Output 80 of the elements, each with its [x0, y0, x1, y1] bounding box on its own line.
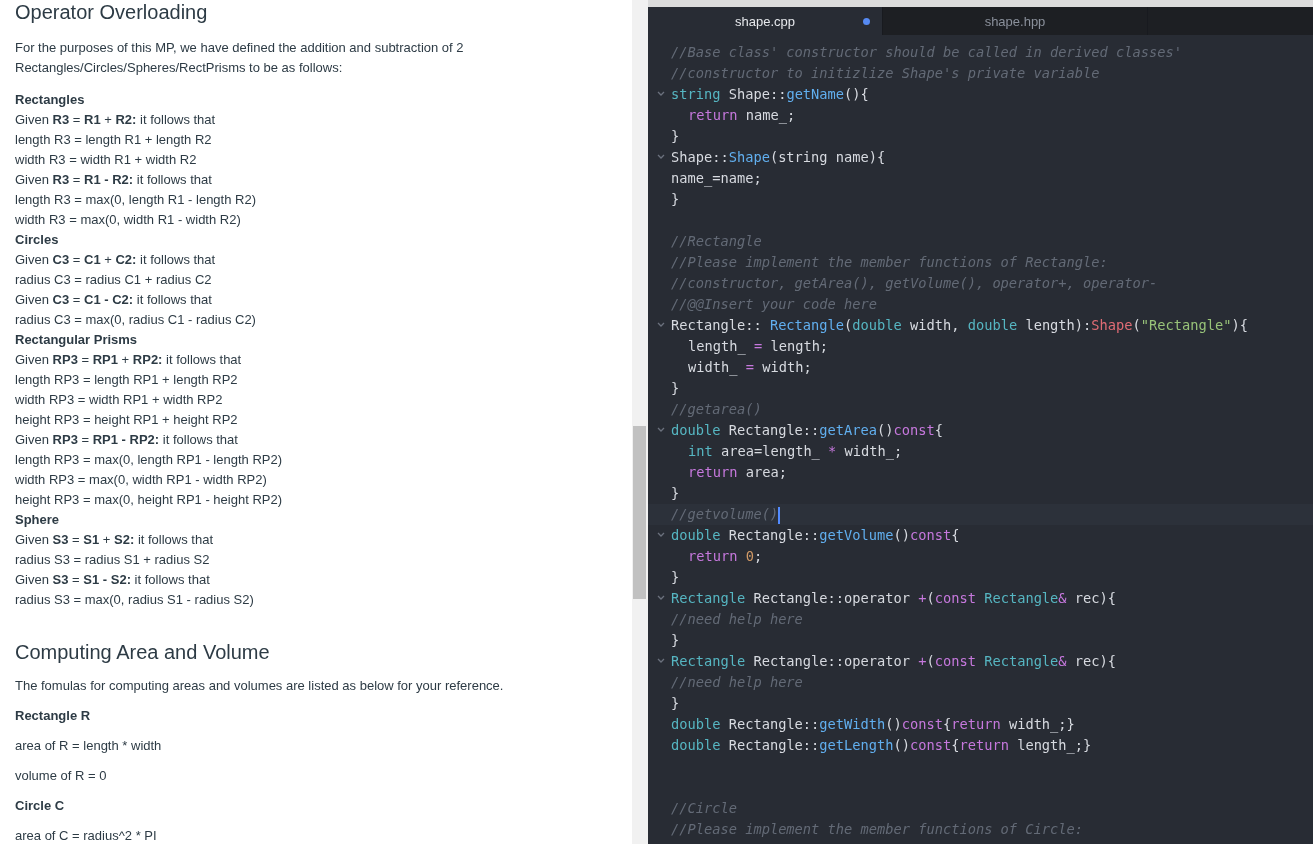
code-line: double Rectangle::getVolume()const{ [671, 526, 960, 545]
code-line: width_ = width; [688, 358, 812, 378]
paragraph: The fomulas for computing areas and volumes are listed as below for your reference. [15, 677, 504, 695]
text-line: Given RP3 = RP1 - RP2: it follows that [15, 431, 238, 449]
text-line: height RP3 = height RP1 + height RP2 [15, 411, 238, 429]
code-line: return area; [688, 463, 787, 482]
code-line: length_ = length; [688, 337, 829, 357]
subheading: Rectangular Prisms [15, 331, 138, 349]
code-comment: //Rectangle [671, 232, 762, 251]
code-line: return name_; [688, 106, 796, 126]
code-line: } [671, 694, 680, 713]
code-comment: //Please implement the member functions of Circle: [671, 820, 1084, 839]
code-line: double Rectangle::getWidth()const{return width_;} [671, 715, 1075, 735]
fold-chevron-icon[interactable] [657, 91, 665, 97]
code-line: } [671, 568, 680, 587]
code-line: } [671, 631, 680, 650]
code-line: int area=length_ * width_; [688, 442, 903, 462]
paragraph: For the purposes of this MP, we have defined the addition and subtraction of 2 Rectangles/Circles/Spheres/RectPrisms to be as follows: [15, 39, 465, 77]
text-line: Given R3 = R1 - R2: it follows that [15, 171, 212, 189]
text-line: length R3 = max(0, length R1 - length R2) [15, 191, 256, 209]
subheading: Circles [15, 231, 59, 249]
text-line: width R3 = max(0, width R1 - width R2) [15, 211, 241, 229]
code-line: Rectangle:: Rectangle(double width, double length):Shape("Rectangle"){ [671, 316, 1248, 335]
code-line: string Shape::getName(){ [671, 85, 869, 104]
text-line: Given C3 = C1 + C2: it follows that [15, 251, 216, 269]
text-line: area of C = radius^2 * PI [15, 827, 157, 844]
text-line: Given R3 = R1 + R2: it follows that [15, 111, 216, 129]
text-line: Given S3 = S1 + S2: it follows that [15, 531, 214, 549]
fold-chevron-icon[interactable] [657, 154, 665, 160]
code-comment: //constructor to initizlize Shape's private variable [671, 64, 1100, 83]
text-line: radius S3 = max(0, radius S1 - radius S2) [15, 591, 254, 609]
section-heading: Operator Overloading [15, 0, 208, 24]
text-line: height RP3 = max(0, height RP1 - height RP2) [15, 491, 282, 509]
subheading: Rectangle R [15, 707, 91, 725]
text-line: radius C3 = max(0, radius C1 - radius C2) [15, 311, 256, 329]
fold-chevron-icon[interactable] [657, 532, 665, 538]
subheading: Circle C [15, 797, 65, 815]
code-line: double Rectangle::getLength()const{return length_;} [671, 736, 1092, 756]
code-comment: //@@Insert your code here [671, 295, 877, 314]
text-line: width RP3 = width RP1 + width RP2 [15, 391, 223, 409]
code-comment: //need help here [671, 673, 803, 692]
subheading: Sphere [15, 511, 60, 529]
code-comment: //Please implement the member functions of Rectangle: [671, 253, 1108, 272]
code-comment: //Base class' constructor should be called in derived classes' [671, 43, 1182, 62]
code-line: } [671, 190, 680, 209]
code-line: } [671, 379, 680, 398]
text-line: width RP3 = max(0, width RP1 - width RP2) [15, 471, 267, 489]
code-comment: //constructor, getArea(), getVolume(), operator+, operator- [671, 274, 1158, 293]
text-line: length R3 = length R1 + length R2 [15, 131, 212, 149]
code-comment: //getvolume() [671, 505, 781, 525]
section-heading: Computing Area and Volume [15, 640, 270, 664]
text-line: Given RP3 = RP1 + RP2: it follows that [15, 351, 242, 369]
code-line: Rectangle Rectangle::operator +(const Rectangle& rec){ [671, 589, 1117, 608]
scrollbar-thumb[interactable] [633, 426, 646, 599]
fold-chevron-icon[interactable] [657, 322, 665, 328]
text-line: area of R = length * width [15, 737, 162, 755]
text-cursor [778, 506, 781, 524]
fold-chevron-icon[interactable] [657, 595, 665, 601]
fold-chevron-icon[interactable] [657, 658, 665, 664]
code-line: } [671, 484, 680, 503]
code-line: name_=name; [671, 169, 762, 189]
code-line: return 0; [688, 547, 763, 566]
text-line: length RP3 = length RP1 + length RP2 [15, 371, 238, 389]
code-line: Rectangle Rectangle::operator +(const Rectangle& rec){ [671, 652, 1117, 671]
text-line: width R3 = width R1 + width R2 [15, 151, 197, 169]
code-line: double Rectangle::getArea()const{ [671, 421, 943, 440]
subheading: Rectangles [15, 91, 85, 109]
text-line: volume of R = 0 [15, 767, 107, 785]
code-line: Shape::Shape(string name){ [671, 148, 886, 167]
code-line: } [671, 127, 680, 146]
text-line: Given S3 = S1 - S2: it follows that [15, 571, 210, 589]
code-comment: //Circle [671, 799, 737, 818]
code-comment: //need help here [671, 610, 803, 629]
text-line: radius S3 = radius S1 + radius S2 [15, 551, 210, 569]
text-line: radius C3 = radius C1 + radius C2 [15, 271, 212, 289]
code-comment: //getarea() [671, 400, 762, 419]
text-line: Given C3 = C1 - C2: it follows that [15, 291, 212, 309]
fold-chevron-icon[interactable] [657, 427, 665, 433]
editor-tab[interactable]: shape.cpp [648, 7, 883, 35]
text-line: length RP3 = max(0, length RP1 - length RP2) [15, 451, 282, 469]
